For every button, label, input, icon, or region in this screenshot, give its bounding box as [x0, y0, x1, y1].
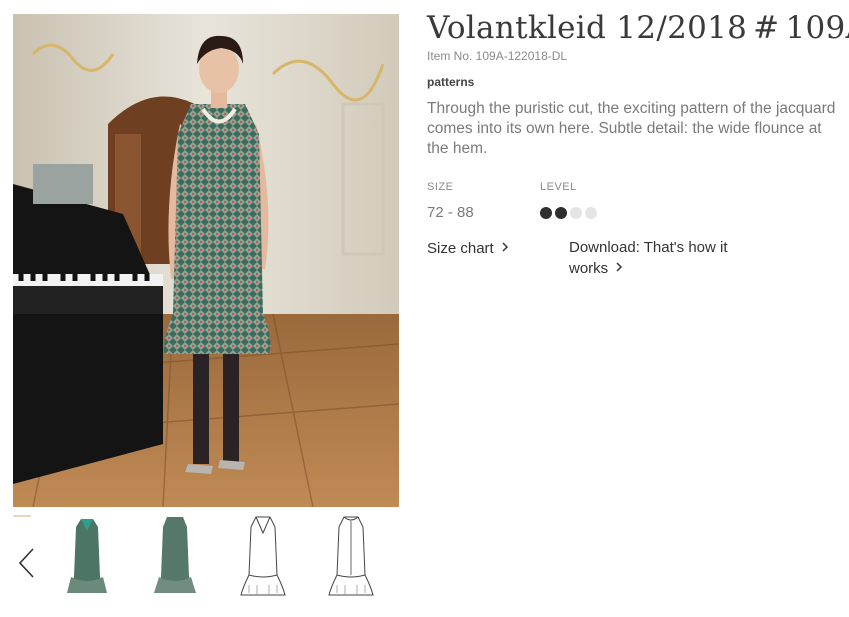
chevron-left-icon	[17, 547, 35, 584]
size-chart-link[interactable]: Size chart	[427, 238, 569, 279]
level-dot	[555, 207, 567, 219]
info-links: Size chart Download: That's how it works	[427, 238, 837, 279]
level-dot	[540, 207, 552, 219]
title-code: 109A	[785, 10, 849, 46]
product-meta: SIZE 72 - 88 LEVEL	[427, 180, 837, 222]
level-dot	[585, 207, 597, 219]
size-value: 72 - 88	[427, 204, 474, 221]
chevron-right-icon	[616, 258, 623, 278]
size-label: SIZE	[427, 181, 454, 193]
size-block: SIZE 72 - 88	[427, 180, 540, 222]
download-howto-link[interactable]: Download: That's how it works	[569, 238, 759, 279]
product-info: Volantkleid 12/2018#109A Item No. 109A-1…	[427, 10, 849, 279]
thumbnail-dress-back-drawing[interactable]	[315, 515, 387, 599]
thumbnail-strip	[13, 515, 399, 599]
level-dot	[570, 207, 582, 219]
title-main: Volantkleid 12/2018	[427, 10, 748, 46]
level-block: LEVEL	[540, 180, 597, 222]
size-chart-label: Size chart	[427, 240, 494, 257]
download-howto-label: Download: That's how it works	[569, 239, 728, 277]
thumbnail-dress-front-photo[interactable]	[51, 515, 123, 599]
category-label: patterns	[427, 75, 475, 89]
thumbnail-dress-back-photo[interactable]	[139, 515, 211, 599]
product-description: Through the puristic cut, the exciting p…	[427, 100, 836, 157]
thumbnail-dress-front-drawing[interactable]	[227, 515, 299, 599]
prev-thumbnail-button[interactable]	[13, 545, 39, 585]
level-label: LEVEL	[540, 181, 577, 193]
product-title: Volantkleid 12/2018#109A	[427, 10, 849, 46]
title-hash: #	[753, 10, 780, 46]
level-indicator	[540, 207, 597, 219]
item-number: Item No. 109A-122018-DL	[427, 49, 568, 63]
thumbnail-indicator	[13, 515, 31, 517]
chevron-right-icon	[502, 238, 508, 258]
main-product-image[interactable]	[13, 14, 399, 507]
